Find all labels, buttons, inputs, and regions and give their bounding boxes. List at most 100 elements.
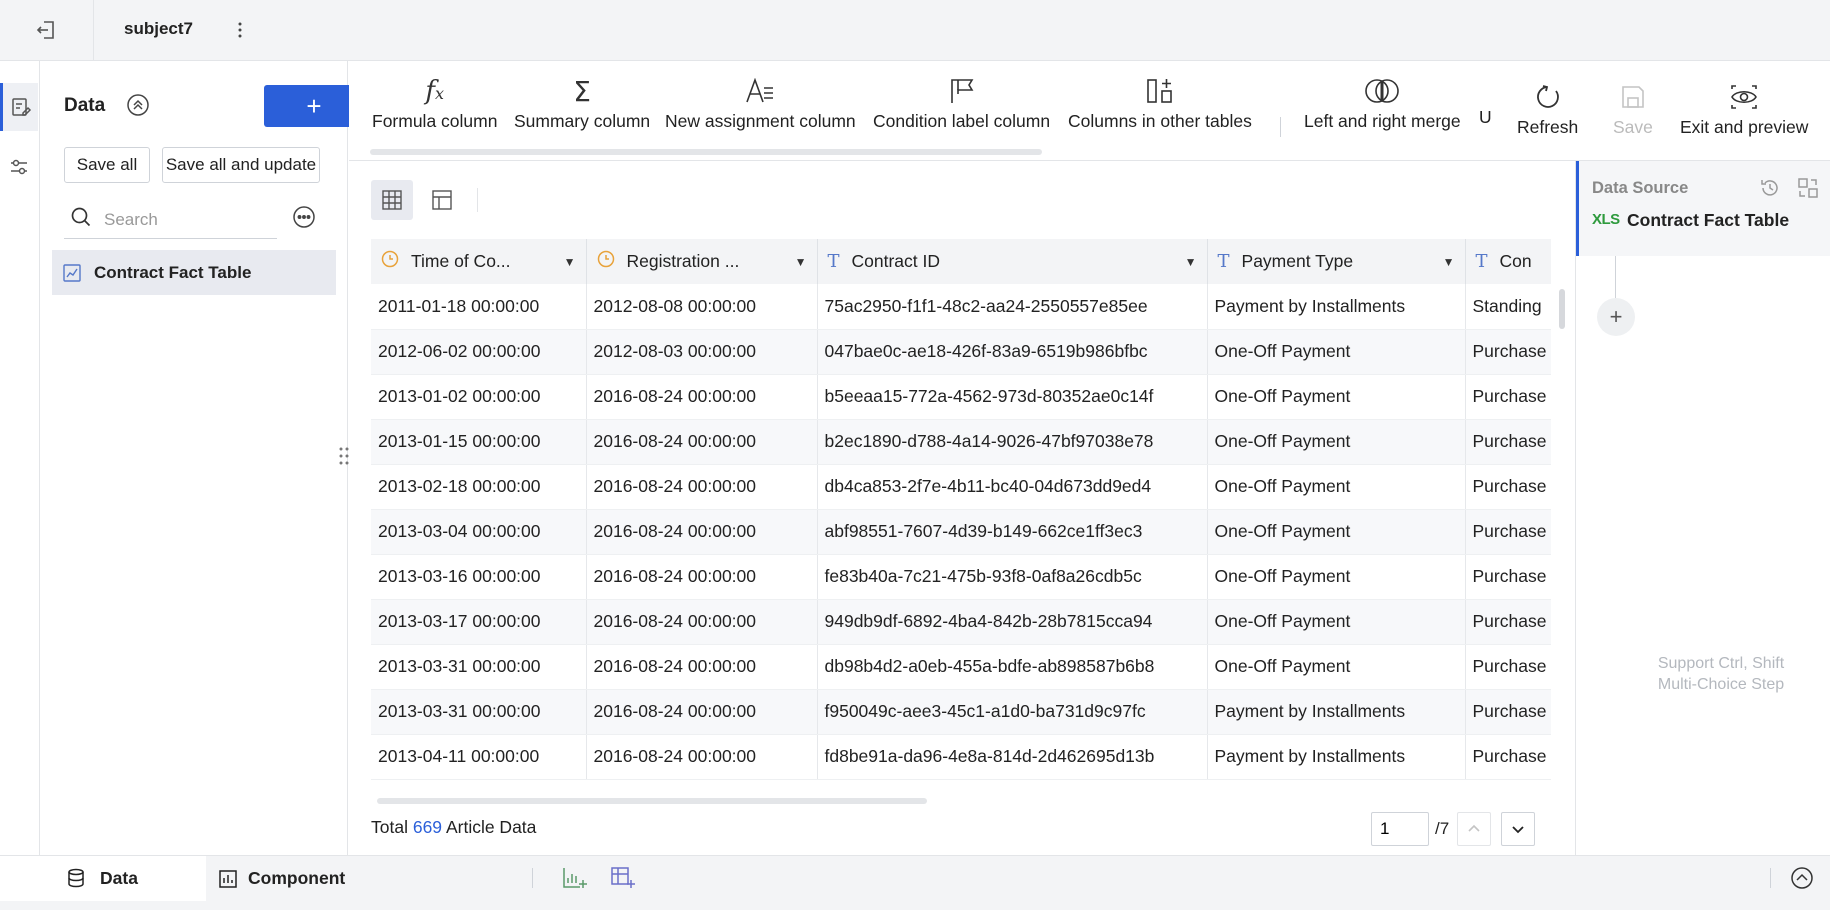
column-header-time-of-contract[interactable]: Time of Co... ▼ — [371, 239, 587, 284]
refresh-button[interactable]: Refresh — [1517, 77, 1578, 147]
column-header-payment-type[interactable]: T Payment Type ▼ — [1207, 239, 1466, 284]
table-cell[interactable]: 2013-02-18 00:00:00 — [371, 464, 587, 510]
table-cell[interactable]: One-Off Payment — [1207, 329, 1466, 375]
expand-up-icon[interactable] — [1790, 866, 1816, 892]
table-cell[interactable]: 2016-08-24 00:00:00 — [586, 374, 818, 420]
table-cell[interactable]: 2016-08-24 00:00:00 — [586, 734, 818, 780]
table-cell[interactable]: 2013-03-16 00:00:00 — [371, 554, 587, 600]
table-cell[interactable]: Payment by Installments — [1207, 284, 1466, 330]
column-header-con[interactable]: T Con — [1465, 239, 1551, 284]
table-cell[interactable]: 2016-08-24 00:00:00 — [586, 554, 818, 600]
table-cell[interactable]: 949db9df-6892-4ba4-842b-28b7815cca94 — [817, 599, 1208, 645]
table-cell[interactable]: Standing — [1465, 284, 1551, 330]
table-cell[interactable]: b5eeaa15-772a-4562-973d-80352ae0c14f — [817, 374, 1208, 420]
table-cell[interactable]: 2013-01-15 00:00:00 — [371, 419, 587, 465]
grid-horizontal-scrollbar[interactable] — [377, 798, 927, 804]
table-row[interactable]: 2013-04-11 00:00:00 2016-08-24 00:00:00 fd… — [371, 734, 1551, 780]
table-cell[interactable]: 2016-08-24 00:00:00 — [586, 464, 818, 510]
caret-down-icon[interactable]: ▼ — [1443, 255, 1455, 269]
table-row[interactable]: 2013-02-18 00:00:00 2016-08-24 00:00:00 db… — [371, 464, 1551, 510]
table-cell[interactable]: One-Off Payment — [1207, 374, 1466, 420]
settings-sliders-icon[interactable] — [0, 143, 38, 191]
table-cell[interactable]: 047bae0c-ae18-426f-83a9-6519b986bfbc — [817, 329, 1208, 375]
table-row[interactable]: 2013-03-04 00:00:00 2016-08-24 00:00:00 ab… — [371, 509, 1551, 555]
table-cell[interactable]: Purchase — [1465, 644, 1551, 690]
table-cell[interactable]: Purchase — [1465, 734, 1551, 780]
table-cell[interactable]: 2012-06-02 00:00:00 — [371, 329, 587, 375]
toolbar-scrollbar[interactable] — [370, 149, 1042, 155]
table-row[interactable]: 2013-03-17 00:00:00 2016-08-24 00:00:00 94… — [371, 599, 1551, 645]
table-cell[interactable]: fe83b40a-7c21-475b-93f8-0af8a26cdb5c — [817, 554, 1208, 600]
table-row[interactable]: 2011-01-18 00:00:00 2012-08-08 00:00:00 75… — [371, 284, 1551, 330]
save-all-button[interactable]: Save all — [64, 147, 150, 183]
table-row[interactable]: 2013-01-02 00:00:00 2016-08-24 00:00:00 b5… — [371, 374, 1551, 420]
table-cell[interactable]: abf98551-7607-4d39-b149-662ce1ff3ec3 — [817, 509, 1208, 555]
table-cell[interactable]: 2013-03-31 00:00:00 — [371, 644, 587, 690]
left-right-merge-button[interactable]: Left and right merge — [1304, 71, 1461, 141]
collapse-up-icon[interactable] — [126, 93, 152, 119]
summary-column-button[interactable]: Σ Summary column — [514, 71, 650, 141]
table-cell[interactable]: f950049c-aee3-45c1-a1d0-ba731d9c97fc — [817, 689, 1208, 735]
condition-label-column-button[interactable]: Condition label column — [873, 71, 1050, 141]
table-cell[interactable]: Purchase — [1465, 599, 1551, 645]
chevron-down-icon[interactable] — [1501, 812, 1535, 846]
table-list-item[interactable]: Contract Fact Table — [52, 250, 336, 295]
table-cell[interactable]: Payment by Installments — [1207, 734, 1466, 780]
exit-icon[interactable] — [28, 16, 64, 44]
column-header-registration[interactable]: Registration ... ▼ — [586, 239, 818, 284]
table-cell[interactable]: db4ca853-2f7e-4b11-bc40-04d673dd9ed4 — [817, 464, 1208, 510]
formula-column-button[interactable]: fx Formula column — [372, 71, 497, 141]
save-button[interactable]: Save — [1613, 77, 1653, 147]
table-row[interactable]: 2012-06-02 00:00:00 2012-08-03 00:00:00 04… — [371, 329, 1551, 375]
table-cell[interactable]: 2012-08-03 00:00:00 — [586, 329, 818, 375]
more-vertical-icon[interactable] — [232, 18, 248, 42]
table-cell[interactable]: One-Off Payment — [1207, 509, 1466, 555]
add-step-button[interactable]: + — [1597, 298, 1635, 336]
exit-preview-button[interactable]: Exit and preview — [1680, 77, 1808, 147]
table-cell[interactable]: Purchase — [1465, 509, 1551, 555]
table-cell[interactable]: 75ac2950-f1f1-48c2-aa24-2550557e85ee — [817, 284, 1208, 330]
table-cell[interactable]: Purchase — [1465, 464, 1551, 510]
add-table-icon[interactable] — [610, 866, 638, 892]
table-cell[interactable]: Payment by Installments — [1207, 689, 1466, 735]
table-cell[interactable]: 2016-08-24 00:00:00 — [586, 599, 818, 645]
table-row[interactable]: 2013-03-31 00:00:00 2016-08-24 00:00:00 f9… — [371, 689, 1551, 735]
table-cell[interactable]: One-Off Payment — [1207, 644, 1466, 690]
table-cell[interactable]: fd8be91a-da96-4e8a-814d-2d462695d13b — [817, 734, 1208, 780]
data-source-step[interactable]: Data Source XLS Contract Fact Table — [1576, 161, 1830, 256]
table-cell[interactable]: 2013-03-17 00:00:00 — [371, 599, 587, 645]
table-row[interactable]: 2013-01-15 00:00:00 2016-08-24 00:00:00 b2… — [371, 419, 1551, 465]
table-cell[interactable]: 2016-08-24 00:00:00 — [586, 509, 818, 555]
table-cell[interactable]: 2013-01-02 00:00:00 — [371, 374, 587, 420]
table-cell[interactable]: One-Off Payment — [1207, 419, 1466, 465]
table-cell[interactable]: db98b4d2-a0eb-455a-bdfe-ab898587b6b8 — [817, 644, 1208, 690]
table-cell[interactable]: Purchase — [1465, 689, 1551, 735]
data-prep-icon[interactable] — [0, 83, 38, 131]
save-all-update-button[interactable]: Save all and update — [162, 147, 320, 183]
table-cell[interactable]: 2016-08-24 00:00:00 — [586, 689, 818, 735]
table-cell[interactable]: b2ec1890-d788-4a14-9026-47bf97038e78 — [817, 419, 1208, 465]
tab-component[interactable]: Component — [218, 856, 378, 901]
table-cell[interactable]: 2013-03-04 00:00:00 — [371, 509, 587, 555]
search-input[interactable] — [104, 209, 264, 230]
table-cell[interactable]: One-Off Payment — [1207, 554, 1466, 600]
grid-vertical-scrollbar[interactable] — [1559, 289, 1565, 329]
table-cell[interactable]: 2013-04-11 00:00:00 — [371, 734, 587, 780]
table-cell[interactable]: 2011-01-18 00:00:00 — [371, 284, 587, 330]
caret-down-icon[interactable]: ▼ — [795, 255, 807, 269]
table-row[interactable]: 2013-03-16 00:00:00 2016-08-24 00:00:00 fe… — [371, 554, 1551, 600]
add-chart-icon[interactable] — [562, 866, 590, 892]
columns-in-other-tables-button[interactable]: Columns in other tables — [1068, 71, 1252, 141]
table-cell[interactable]: Purchase — [1465, 419, 1551, 465]
caret-down-icon[interactable]: ▼ — [1185, 255, 1197, 269]
table-cell[interactable]: One-Off Payment — [1207, 464, 1466, 510]
chevron-up-icon[interactable] — [1457, 812, 1491, 846]
table-row[interactable]: 2013-03-31 00:00:00 2016-08-24 00:00:00 db… — [371, 644, 1551, 690]
table-cell[interactable]: Purchase — [1465, 554, 1551, 600]
table-cell[interactable]: 2016-08-24 00:00:00 — [586, 644, 818, 690]
history-icon[interactable] — [1759, 177, 1783, 201]
grid-view-icon[interactable] — [371, 180, 413, 220]
layout-view-icon[interactable] — [421, 180, 463, 220]
table-cell[interactable]: 2013-03-31 00:00:00 — [371, 689, 587, 735]
tab-data[interactable]: Data — [0, 856, 206, 901]
